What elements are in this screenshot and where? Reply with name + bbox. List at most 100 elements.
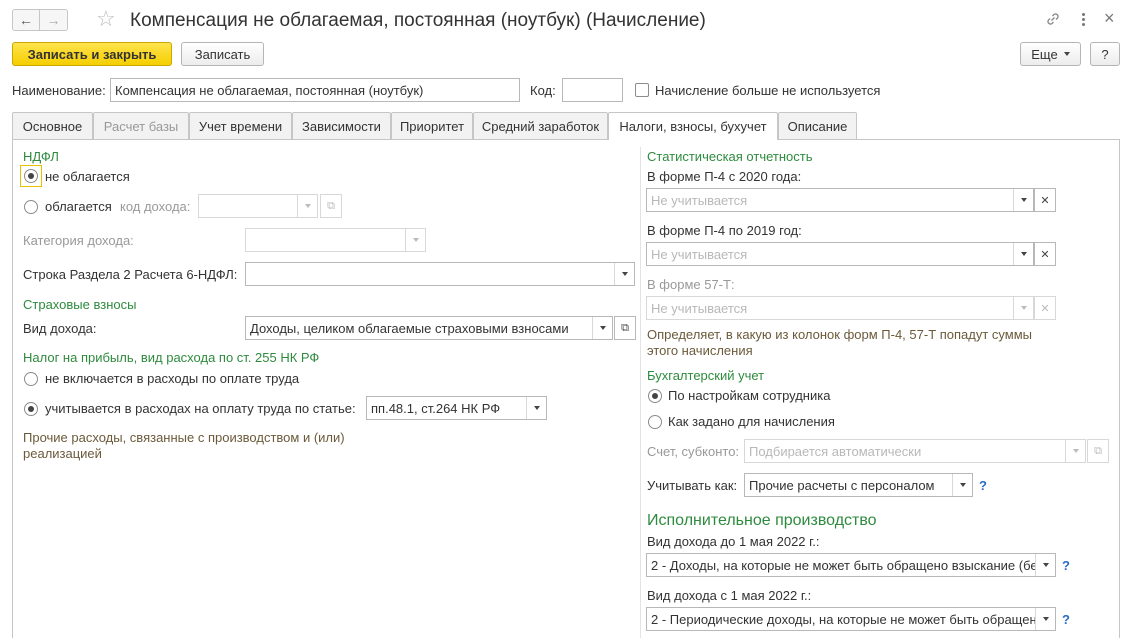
stats-note: Определяет, в какую из колонок форм П-4,…	[647, 327, 1033, 358]
accounting-employee-label: По настройкам сотрудника	[668, 388, 831, 403]
tab-main[interactable]: Основное	[12, 112, 93, 139]
more-vert-icon[interactable]	[1076, 10, 1090, 28]
tab-dependencies[interactable]: Зависимости	[292, 112, 391, 139]
open-icon[interactable]: ⧉	[320, 194, 342, 218]
back-button[interactable]: ←	[12, 9, 40, 31]
save-button[interactable]: Записать	[181, 42, 264, 66]
arrow-right-icon: →	[46, 12, 61, 28]
forward-button[interactable]: →	[40, 9, 68, 31]
enforcement-heading: Исполнительное производство	[647, 512, 877, 529]
profit-tax-heading: Налог на прибыль, вид расхода по ст. 255…	[23, 350, 320, 365]
tab-priority[interactable]: Приоритет	[391, 112, 473, 139]
6ndfl-line-label: Строка Раздела 2 Расчета 6-НДФЛ:	[23, 267, 238, 282]
save-label: Записать	[194, 46, 251, 62]
account-field[interactable]: Подбирается автоматически	[744, 439, 1086, 463]
dropdown-arrow-icon[interactable]	[405, 229, 425, 251]
arrow-left-icon: ←	[19, 12, 33, 28]
p4-2019-label: В форме П-4 по 2019 год:	[647, 223, 802, 238]
article-field[interactable]: пп.48.1, ст.264 НК РФ	[366, 396, 547, 420]
save-and-close-button[interactable]: Записать и закрыть	[12, 42, 172, 66]
enforcement-after-field[interactable]: 2 - Периодические доходы, на которые не …	[646, 607, 1056, 631]
unused-label: Начисление больше не используется	[655, 83, 881, 98]
p4-2020-field[interactable]: Не учитывается	[646, 188, 1034, 212]
consider-label: Учитывать как:	[647, 478, 738, 493]
ndfl-taxed-label: облагается	[45, 199, 112, 214]
clear-icon[interactable]: ✕	[1034, 188, 1056, 212]
save-and-close-label: Записать и закрыть	[27, 46, 157, 62]
tab-label: Расчет базы	[103, 118, 179, 134]
profit-included-radio[interactable]	[24, 402, 38, 416]
ndfl-heading: НДФЛ	[23, 149, 59, 164]
income-code-label: код дохода:	[120, 199, 191, 214]
help-icon[interactable]: ?	[1062, 558, 1070, 573]
tab-label: Основное	[22, 118, 83, 134]
favorite-star-icon[interactable]: ☆	[96, 6, 116, 32]
open-icon[interactable]: ⧉	[1087, 439, 1109, 463]
help-button[interactable]: ?	[1090, 42, 1120, 66]
f57t-value: Не учитывается	[651, 300, 748, 316]
enforcement-before-field[interactable]: 2 - Доходы, на которые не может быть обр…	[646, 553, 1056, 577]
help-icon[interactable]: ?	[1062, 612, 1070, 627]
dropdown-arrow-icon[interactable]	[1035, 554, 1055, 576]
link-icon[interactable]	[1044, 10, 1062, 28]
clear-icon[interactable]: ✕	[1034, 296, 1056, 320]
dropdown-arrow-icon[interactable]	[1065, 440, 1085, 462]
close-icon[interactable]: ×	[1104, 8, 1115, 28]
consider-value: Прочие расчеты с персоналом	[749, 477, 935, 493]
f57t-field[interactable]: Не учитывается	[646, 296, 1034, 320]
more-label: Еще	[1031, 46, 1058, 62]
unused-checkbox[interactable]	[635, 83, 649, 97]
dropdown-arrow-icon[interactable]	[297, 195, 317, 217]
open-icon[interactable]: ⧉	[614, 316, 636, 340]
clear-icon[interactable]: ✕	[1034, 242, 1056, 266]
f57t-label: В форме 57-Т:	[647, 277, 735, 292]
category-field[interactable]	[245, 228, 426, 252]
accounting-accrual-radio[interactable]	[648, 415, 662, 429]
ndfl-not-taxed-radio[interactable]	[20, 165, 42, 187]
code-field[interactable]	[562, 78, 623, 102]
account-value: Подбирается автоматически	[749, 443, 922, 459]
profit-tax-note: Прочие расходы, связанные с производство…	[23, 430, 345, 461]
6ndfl-line-field[interactable]	[245, 262, 635, 286]
dropdown-arrow-icon[interactable]	[1013, 297, 1033, 319]
p4-2020-value: Не учитывается	[651, 192, 748, 208]
tab-label: Налоги, взносы, бухучет	[619, 119, 767, 134]
column-divider	[640, 147, 641, 638]
consider-field[interactable]: Прочие расчеты с персоналом	[744, 473, 973, 497]
name-value: Компенсация не облагаемая, постоянная (н…	[115, 82, 424, 98]
dropdown-arrow-icon[interactable]	[952, 474, 972, 496]
help-label: ?	[1101, 46, 1109, 62]
tab-label: Описание	[787, 118, 848, 134]
chevron-down-icon	[1063, 52, 1070, 56]
dropdown-arrow-icon[interactable]	[1013, 243, 1033, 265]
profit-not-included-radio[interactable]	[24, 372, 38, 386]
profit-included-label: учитывается в расходах на оплату труда п…	[45, 401, 356, 416]
dropdown-arrow-icon[interactable]	[526, 397, 546, 419]
dropdown-arrow-icon[interactable]	[614, 263, 634, 285]
enforcement-before-value: 2 - Доходы, на которые не может быть обр…	[651, 557, 1055, 573]
help-icon[interactable]: ?	[979, 478, 987, 493]
article-value: пп.48.1, ст.264 НК РФ	[371, 400, 501, 416]
tab-taxes[interactable]: Налоги, взносы, бухучет	[608, 112, 778, 140]
accounting-heading: Бухгалтерский учет	[647, 368, 765, 383]
tab-time-tracking[interactable]: Учет времени	[189, 112, 292, 139]
p4-2019-field[interactable]: Не учитывается	[646, 242, 1034, 266]
income-code-field[interactable]	[198, 194, 318, 218]
enforcement-after-value: 2 - Периодические доходы, на которые не …	[651, 611, 1055, 627]
dropdown-arrow-icon[interactable]	[1035, 608, 1055, 630]
accounting-employee-radio[interactable]	[648, 389, 662, 403]
insurance-income-type-label: Вид дохода:	[23, 321, 97, 336]
p4-2019-value: Не учитывается	[651, 246, 748, 262]
dropdown-arrow-icon[interactable]	[1013, 189, 1033, 211]
insurance-income-type-field[interactable]: Доходы, целиком облагаемые страховыми вз…	[245, 316, 613, 340]
account-label: Счет, субконто:	[647, 444, 740, 459]
tab-base-calc[interactable]: Расчет базы	[93, 112, 189, 139]
tab-description[interactable]: Описание	[778, 112, 857, 139]
tab-average-earnings[interactable]: Средний заработок	[473, 112, 608, 139]
name-field[interactable]: Компенсация не облагаемая, постоянная (н…	[110, 78, 520, 102]
more-actions-button[interactable]: Еще	[1020, 42, 1081, 66]
ndfl-taxed-radio[interactable]	[24, 200, 38, 214]
name-label: Наименование:	[12, 83, 106, 98]
accounting-accrual-label: Как задано для начисления	[668, 414, 835, 429]
dropdown-arrow-icon[interactable]	[592, 317, 612, 339]
